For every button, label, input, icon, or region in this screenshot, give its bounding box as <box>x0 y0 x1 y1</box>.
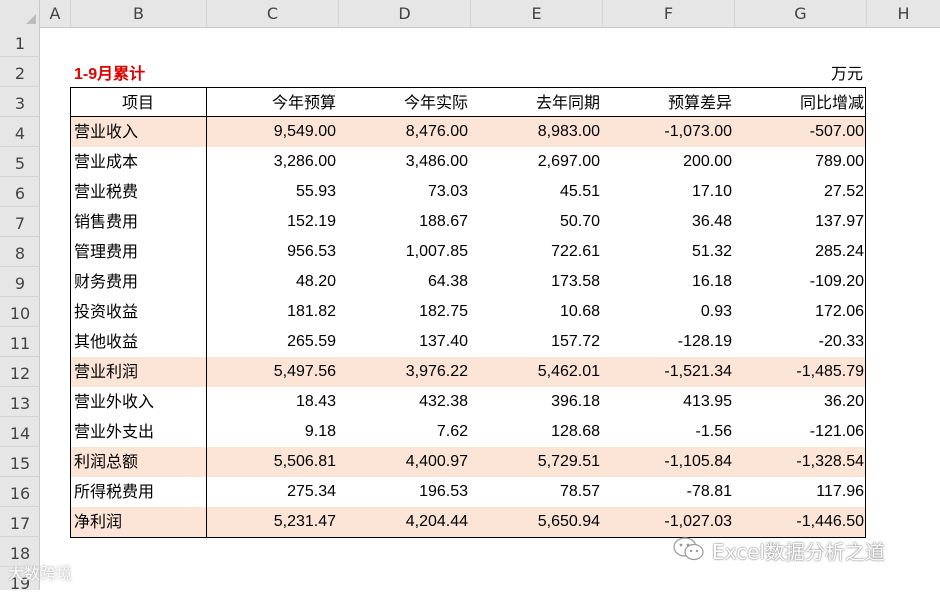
row-header-3[interactable]: 3 <box>0 87 40 117</box>
watermark-left: 大数跨境 <box>8 564 73 583</box>
column-header-c[interactable]: C <box>207 0 339 27</box>
table-divider-horizontal <box>70 116 866 117</box>
row-header-2[interactable]: 2 <box>0 57 40 87</box>
row-header-11[interactable]: 11 <box>0 327 40 357</box>
select-all-button[interactable] <box>0 0 40 27</box>
row-header-16[interactable]: 16 <box>0 477 40 507</box>
row-header-4[interactable]: 4 <box>0 117 40 147</box>
wechat-icon <box>673 537 704 561</box>
column-header-b[interactable]: B <box>71 0 207 27</box>
row-header-6[interactable]: 6 <box>0 177 40 207</box>
table-border <box>70 87 866 538</box>
report-title[interactable]: 1-9月累计 <box>74 60 145 84</box>
row-header-7[interactable]: 7 <box>0 207 40 237</box>
row-header-1[interactable]: 1 <box>0 27 40 57</box>
row-header-10[interactable]: 10 <box>0 297 40 327</box>
row-header-13[interactable]: 13 <box>0 387 40 417</box>
column-header-e[interactable]: E <box>471 0 603 27</box>
table-divider-vertical <box>206 87 207 538</box>
row-header-5[interactable]: 5 <box>0 147 40 177</box>
row-header-8[interactable]: 8 <box>0 237 40 267</box>
column-header-d[interactable]: D <box>339 0 471 27</box>
unit-label[interactable]: 万元 <box>820 60 863 84</box>
column-header-a[interactable]: A <box>40 0 71 27</box>
column-header-f[interactable]: F <box>603 0 735 27</box>
column-header-h[interactable]: H <box>867 0 940 27</box>
column-header-g[interactable]: G <box>735 0 867 27</box>
select-all-triangle-icon <box>26 14 36 24</box>
row-header-12[interactable]: 12 <box>0 357 40 387</box>
row-header-9[interactable]: 9 <box>0 267 40 297</box>
watermark-right: Excel数据分析之道 <box>712 540 885 564</box>
row-header-14[interactable]: 14 <box>0 417 40 447</box>
row-header-17[interactable]: 17 <box>0 507 40 537</box>
row-header-15[interactable]: 15 <box>0 447 40 477</box>
